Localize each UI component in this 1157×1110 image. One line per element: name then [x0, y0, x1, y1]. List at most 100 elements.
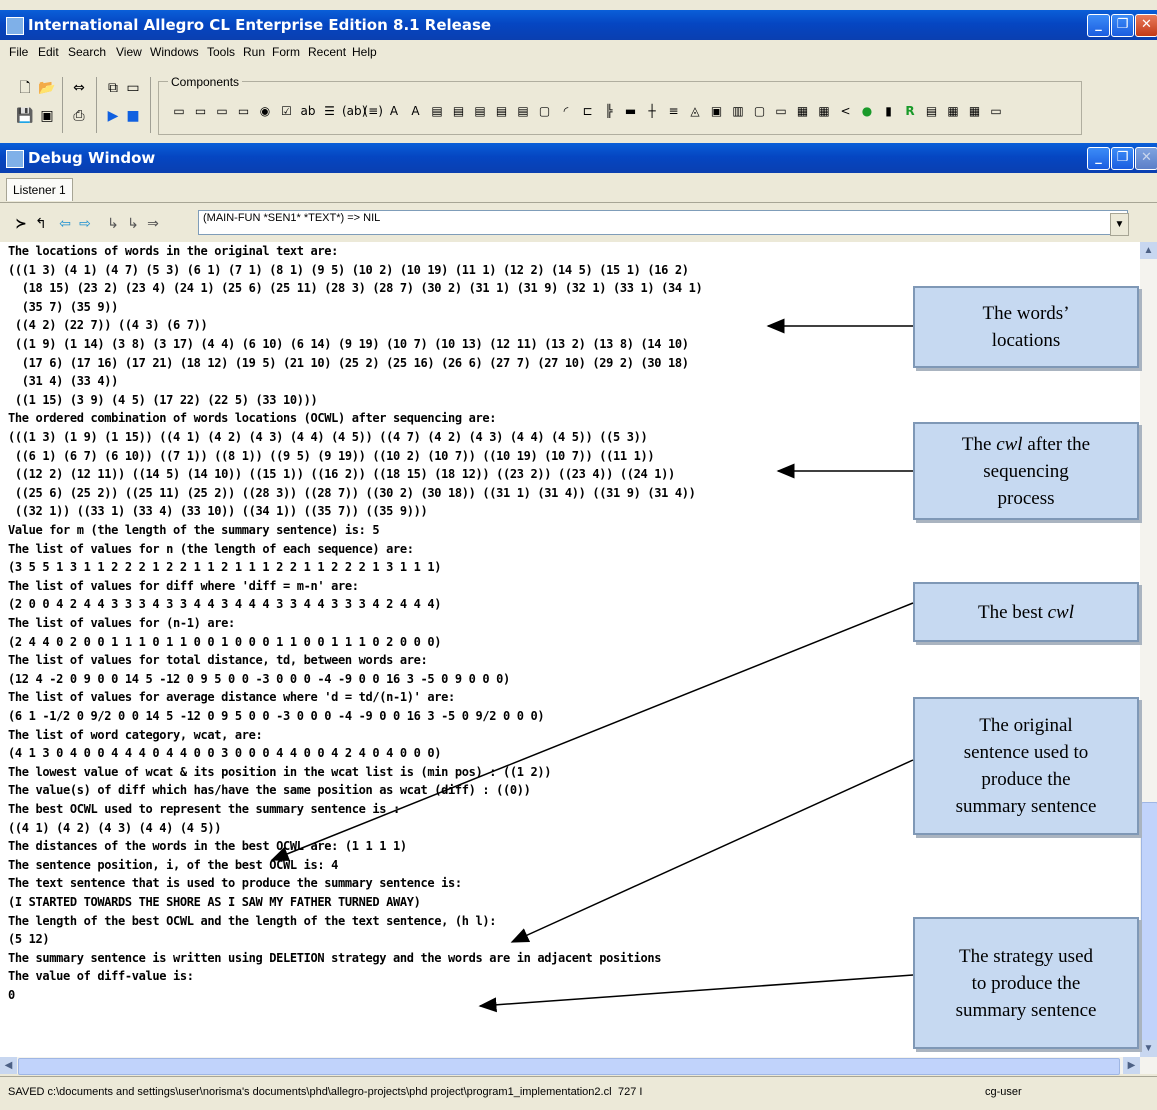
listener-tab-row: Listener 1 — [0, 174, 1157, 203]
menu-search[interactable]: Search — [68, 45, 106, 59]
callout-line: summary sentence — [955, 999, 1097, 1021]
callout-strategy: The strategy used to produce the summary… — [913, 917, 1139, 1049]
menu-run[interactable]: Run — [243, 45, 265, 59]
dialog-component-icon[interactable]: ▦ — [944, 102, 962, 120]
prompt-icon[interactable]: ≻ — [12, 215, 30, 233]
rich-edit-component-icon[interactable]: R — [901, 102, 919, 120]
stop-icon[interactable]: ■ — [124, 107, 142, 125]
menu-file[interactable]: File — [9, 45, 28, 59]
table-component-icon[interactable]: ▦ — [794, 102, 812, 120]
static-ab-component-icon[interactable]: ab — [299, 102, 317, 120]
button-component-icon[interactable]: ▭ — [170, 102, 188, 120]
radio-component-icon[interactable]: ◉ — [256, 102, 274, 120]
label-big-a-component-icon[interactable]: A — [407, 102, 425, 120]
tab-listener-1[interactable]: Listener 1 — [6, 178, 73, 201]
menu-edit[interactable]: Edit — [38, 45, 59, 59]
window-icon[interactable]: ▭ — [124, 79, 142, 97]
callout-line: process — [997, 487, 1055, 509]
callout-line: sentence used to — [963, 742, 1089, 763]
scroll-down-icon[interactable]: ▼ — [1140, 1040, 1157, 1057]
grid-4-component-icon[interactable]: ▤ — [493, 102, 511, 120]
callout-original-sentence: The original sentence used to produce th… — [913, 697, 1139, 835]
output-line: The distances of the words in the best O… — [8, 839, 407, 854]
horizontal-scrollbar[interactable]: ◀ ▶ — [0, 1057, 1157, 1075]
step-out-icon[interactable]: ⇒ — [144, 215, 162, 233]
close-button[interactable]: ✕ — [1135, 14, 1157, 37]
checkbox-component-icon[interactable]: ☑ — [278, 102, 296, 120]
chevron-component-icon[interactable]: < — [837, 102, 855, 120]
vertical-scroll-thumb[interactable] — [1141, 802, 1157, 1044]
tracker-component-icon[interactable]: ▬ — [622, 102, 640, 120]
menu-help[interactable]: Help — [352, 45, 377, 59]
menu-component-icon[interactable]: ▤ — [923, 102, 941, 120]
frame-component-icon[interactable]: ▢ — [536, 102, 554, 120]
tab-control-component-icon[interactable]: ⊏ — [579, 102, 597, 120]
lamp-component-icon[interactable]: ● — [858, 102, 876, 120]
menu-view[interactable]: View — [116, 45, 142, 59]
trackbar-component-icon[interactable]: ┼ — [643, 102, 661, 120]
tree-component-icon[interactable]: ▦ — [815, 102, 833, 120]
horizontal-scroll-thumb[interactable] — [18, 1058, 1120, 1075]
menu-tools[interactable]: Tools — [207, 45, 235, 59]
text-box-component-icon[interactable]: ▭ — [987, 102, 1005, 120]
save-icon[interactable]: 💾 — [16, 107, 34, 125]
list-component-icon[interactable]: ☰ — [321, 102, 339, 120]
new-form-icon[interactable]: ⧉ — [104, 79, 122, 97]
print-icon[interactable]: ⎙ — [70, 107, 88, 125]
forward-arrow-icon[interactable]: ⇨ — [76, 215, 94, 233]
callout-cwl-after-sequencing: The cwl after the sequencing process — [913, 422, 1139, 520]
label-a-component-icon[interactable]: A — [385, 102, 403, 120]
minimize-button[interactable]: _ — [1087, 14, 1110, 37]
output-line: The value(s) of diff which has/have the … — [8, 783, 531, 798]
group-ab-component-icon[interactable]: (ab) — [342, 102, 366, 120]
save-all-icon[interactable]: ▣ — [38, 107, 56, 125]
grid-2-component-icon[interactable]: ▤ — [450, 102, 468, 120]
output-line: The locations of words in the original t… — [8, 244, 338, 258]
menu-form[interactable]: Form — [272, 45, 300, 59]
arc-component-icon[interactable]: ◜ — [557, 102, 575, 120]
main-toolbar: 🗋 📂 ⇔ ⧉ ▭ 💾 ▣ ⎙ ▶ ■ Components ▭ ▭ ▭ ▭ ◉ ☑ ab ☰… — [0, 67, 1157, 143]
new-file-icon[interactable]: 🗋 — [16, 79, 34, 97]
grid-3-component-icon[interactable]: ▤ — [471, 102, 489, 120]
chart-component-icon[interactable]: ▮ — [880, 102, 898, 120]
debug-window-title-bar: Debug Window _ ❐ ✕ — [0, 143, 1157, 173]
vertical-scrollbar[interactable]: ▲ ▼ — [1140, 242, 1157, 1057]
step-over-icon[interactable]: ↳ — [124, 215, 142, 233]
grid-1-component-icon[interactable]: ▤ — [428, 102, 446, 120]
line-component-icon[interactable]: ▭ — [772, 102, 790, 120]
output-line: (6 1 -1/2 0 9/2 0 0 14 5 -12 0 9 5 0 0 -… — [8, 709, 545, 723]
box-component-icon[interactable]: ▢ — [751, 102, 769, 120]
evaluate-icon[interactable]: ⇔ — [70, 79, 88, 97]
run-icon[interactable]: ▶ — [104, 107, 122, 125]
scroll-right-icon[interactable]: ▶ — [1123, 1057, 1140, 1074]
app-title-bar: International Allegro CL Enterprise Edit… — [0, 10, 1157, 40]
command-history-combo[interactable]: (MAIN-FUN *SEN1* *TEXT*) => NIL — [198, 210, 1128, 235]
open-folder-icon[interactable]: 📂 — [38, 79, 56, 97]
menu-windows[interactable]: Windows — [150, 45, 199, 59]
group-list-component-icon[interactable]: (≡) — [364, 102, 383, 120]
combo-component-icon[interactable]: ▭ — [235, 102, 253, 120]
restore-button[interactable]: ❐ — [1111, 14, 1134, 37]
scroll-bar-component-icon[interactable]: ╠ — [600, 102, 618, 120]
outline-component-icon[interactable]: ▥ — [729, 102, 747, 120]
debug-close-button[interactable]: ✕ — [1135, 147, 1157, 170]
callout-cwl-after-text: The cwl after the sequencing process — [962, 431, 1090, 512]
form-component-icon[interactable]: ▦ — [966, 102, 984, 120]
debug-minimize-button[interactable]: _ — [1087, 147, 1110, 170]
edit-box-component-icon[interactable]: ▭ — [213, 102, 231, 120]
header-control-component-icon[interactable]: ≡ — [665, 102, 683, 120]
debug-step-icon[interactable]: ↰ — [32, 215, 50, 233]
scroll-left-icon[interactable]: ◀ — [0, 1057, 17, 1074]
grid-5-component-icon[interactable]: ▤ — [514, 102, 532, 120]
scroll-up-icon[interactable]: ▲ — [1140, 242, 1157, 259]
back-arrow-icon[interactable]: ⇦ — [56, 215, 74, 233]
output-line: ((4 2) (22 7)) ((4 3) (6 7)) — [8, 318, 208, 333]
static-text-component-icon[interactable]: ▭ — [192, 102, 210, 120]
picture-component-icon[interactable]: ▣ — [708, 102, 726, 120]
output-line: ((4 1) (4 2) (4 3) (4 4) (4 5)) — [8, 820, 222, 835]
debug-restore-button[interactable]: ❐ — [1111, 147, 1134, 170]
step-into-icon[interactable]: ↳ — [104, 215, 122, 233]
image-component-icon[interactable]: ◬ — [686, 102, 704, 120]
chevron-down-icon[interactable]: ▼ — [1110, 213, 1129, 236]
menu-recent[interactable]: Recent — [308, 45, 346, 59]
